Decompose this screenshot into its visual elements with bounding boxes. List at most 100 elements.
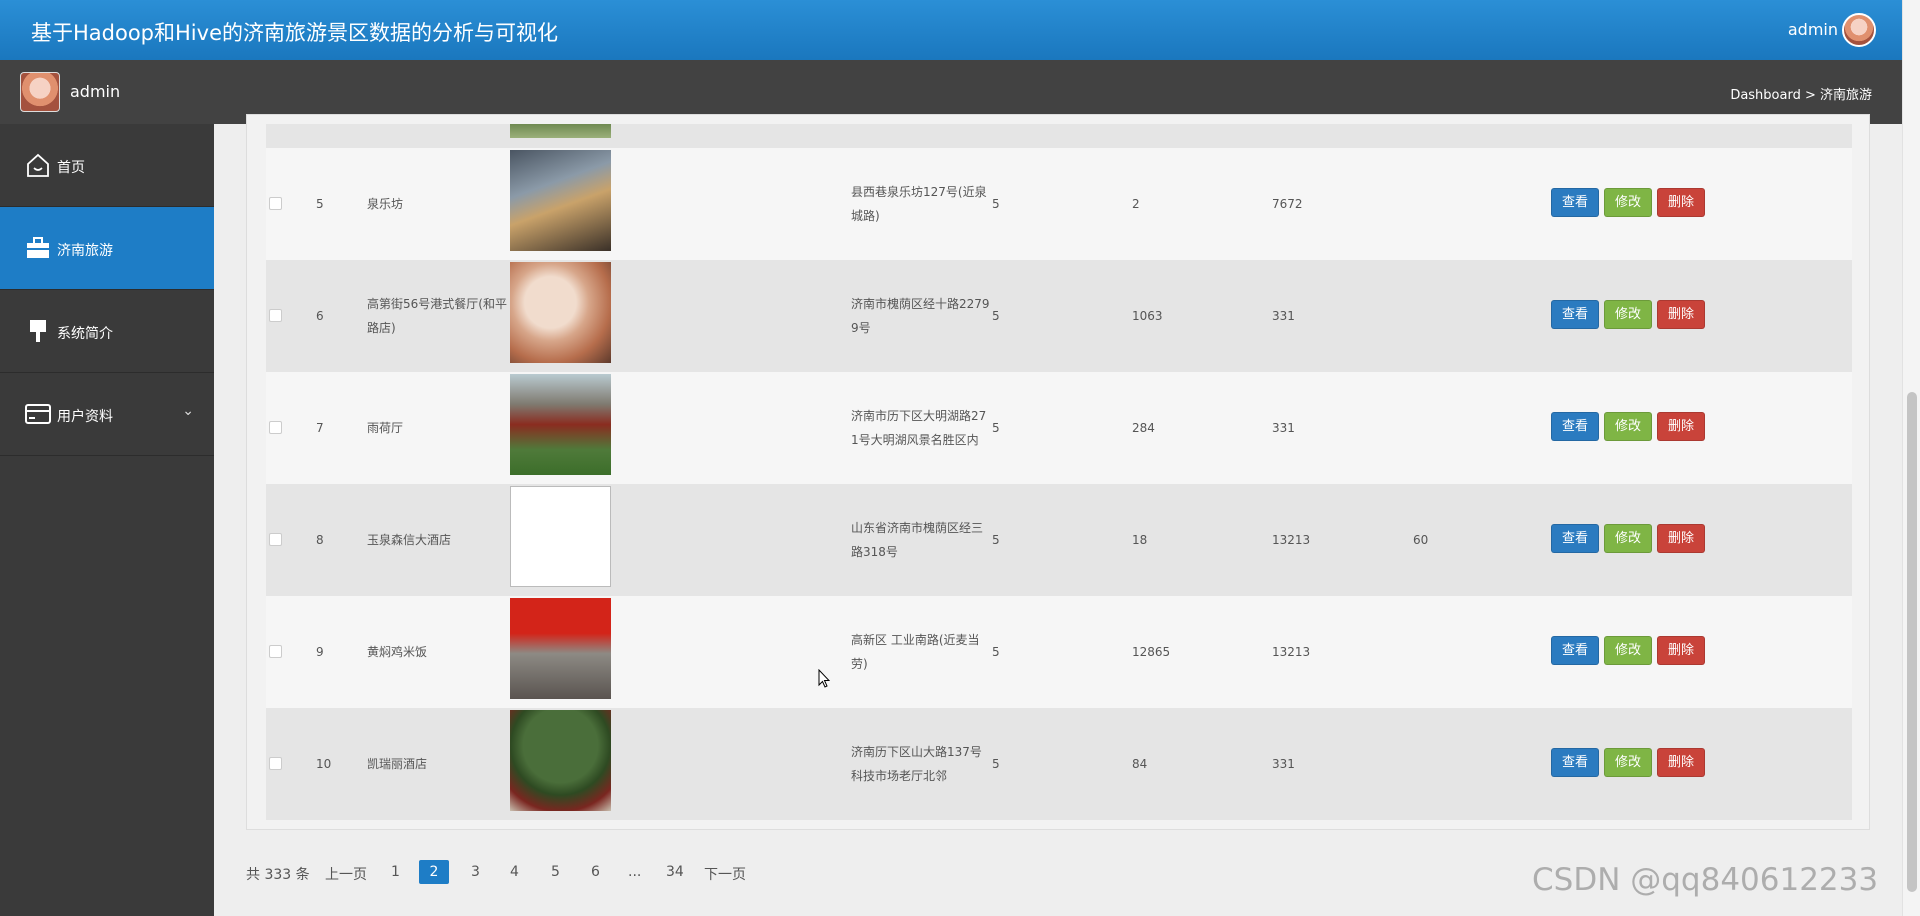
row-rating: 5 (992, 645, 1000, 659)
row-rating: 5 (992, 757, 1000, 771)
edit-button[interactable]: 修改 (1604, 412, 1652, 441)
total-count: 共 333 条 (246, 867, 310, 883)
sidebar-item-label: 首页 (57, 160, 85, 176)
page-link[interactable]: 5 (551, 864, 560, 880)
row-address: 山东省济南市槐荫区经三 路318号 (851, 521, 984, 559)
row-name: 黄焖鸡米饭 (367, 645, 428, 659)
row-count-1: 284 (1132, 421, 1155, 435)
row-name: 凯瑞丽酒店 (367, 757, 428, 771)
mouse-cursor-icon (818, 669, 830, 688)
row-thumbnail[interactable] (510, 150, 611, 251)
row-thumbnail[interactable] (510, 262, 611, 363)
user-avatar (20, 72, 60, 112)
briefcase-icon (27, 237, 49, 258)
edit-button[interactable]: 修改 (1604, 524, 1652, 553)
row-checkbox[interactable] (269, 533, 282, 546)
row-count-2: 13213 (1272, 645, 1311, 659)
row-checkbox[interactable] (269, 421, 282, 434)
row-name: 玉泉森信大酒店 (367, 533, 452, 547)
header-avatar[interactable] (1842, 13, 1876, 47)
current-page[interactable]: 2 (419, 860, 449, 884)
scrollbar-thumb[interactable] (1907, 392, 1917, 892)
row-rating: 5 (992, 197, 1000, 211)
row-name: 高第街56号港式餐厅(和平 路店) (367, 297, 507, 335)
brush-icon (30, 320, 46, 342)
row-number: 6 (316, 309, 324, 323)
view-button[interactable]: 查看 (1551, 300, 1599, 329)
row-thumbnail[interactable] (510, 598, 611, 699)
row-number: 7 (316, 421, 324, 435)
row-checkbox[interactable] (269, 197, 282, 210)
table-row: 9 黄焖鸡米饭 高新区 工业南路(近麦当 劳) 5 12865 13213 查看 … (266, 596, 1852, 708)
page-link[interactable]: 3 (471, 864, 480, 880)
delete-button[interactable]: 删除 (1657, 300, 1705, 329)
row-checkbox[interactable] (269, 757, 282, 770)
row-checkbox[interactable] (269, 309, 282, 322)
row-address: 高新区 工业南路(近麦当 劳) (851, 633, 980, 671)
row-rating: 5 (992, 421, 1000, 435)
delete-button[interactable]: 删除 (1657, 636, 1705, 665)
view-button[interactable]: 查看 (1551, 188, 1599, 217)
sidebar-item-profile[interactable]: 用户资料 ⌄ (0, 373, 214, 456)
view-button[interactable]: 查看 (1551, 636, 1599, 665)
edit-button[interactable]: 修改 (1604, 636, 1652, 665)
delete-button[interactable]: 删除 (1657, 188, 1705, 217)
table-row: 8 玉泉森信大酒店 山东省济南市槐荫区经三 路318号 5 18 13213 60… (266, 484, 1852, 596)
app-title: 基于Hadoop和Hive的济南旅游景区数据的分析与可视化 (31, 21, 558, 45)
row-number: 9 (316, 645, 324, 659)
row-count-1: 12865 (1132, 645, 1171, 659)
chevron-down-icon[interactable]: ⌄ (182, 403, 194, 419)
edit-button[interactable]: 修改 (1604, 188, 1652, 217)
row-checkbox[interactable] (269, 645, 282, 658)
sidebar-item-home[interactable]: 首页 (0, 124, 214, 207)
row-rating: 5 (992, 309, 1000, 323)
row-name: 泉乐坊 (367, 197, 404, 211)
view-button[interactable]: 查看 (1551, 524, 1599, 553)
edit-button[interactable]: 修改 (1604, 748, 1652, 777)
sidebar-item-jinan-travel[interactable]: 济南旅游 (0, 207, 214, 290)
next-page-link[interactable]: 下一页 (704, 864, 746, 884)
row-count-3: 60 (1413, 533, 1429, 547)
sidebar: 首页 济南旅游 系统简介 用户资料 ⌄ (0, 124, 214, 916)
vertical-scrollbar[interactable] (1902, 0, 1920, 916)
row-thumbnail[interactable] (510, 124, 611, 138)
delete-button[interactable]: 删除 (1657, 412, 1705, 441)
prev-page-link[interactable]: 上一页 (325, 864, 367, 884)
row-address: 济南历下区山大路137号 科技市场老厅北邻 (851, 745, 982, 783)
page-link[interactable]: 6 (591, 864, 600, 880)
breadcrumb[interactable]: Dashboard > 济南旅游 (1730, 84, 1872, 103)
delete-button[interactable]: 删除 (1657, 748, 1705, 777)
delete-button[interactable]: 删除 (1657, 524, 1705, 553)
row-thumbnail[interactable] (510, 486, 611, 587)
row-rating: 5 (992, 533, 1000, 547)
page-ellipsis[interactable]: ... (628, 864, 641, 880)
page-link[interactable]: 1 (391, 864, 400, 880)
table-row: 6 高第街56号港式餐厅(和平 路店) 济南市槐荫区经十路2279 9号 5 106… (266, 260, 1852, 372)
top-header: 基于Hadoop和Hive的济南旅游景区数据的分析与可视化 admin (0, 0, 1902, 60)
sidebar-item-label: 用户资料 (57, 409, 113, 425)
sidebar-item-label: 济南旅游 (57, 243, 113, 259)
page-link[interactable]: 4 (510, 864, 519, 880)
sidebar-item-label: 系统简介 (57, 326, 113, 342)
header-username[interactable]: admin (1788, 20, 1838, 39)
page-link[interactable]: 34 (666, 864, 684, 880)
row-count-1: 84 (1132, 757, 1148, 771)
row-number: 8 (316, 533, 324, 547)
home-icon (27, 153, 49, 177)
view-button[interactable]: 查看 (1551, 412, 1599, 441)
sidebar-item-about[interactable]: 系统简介 (0, 290, 214, 373)
watermark: CSDN @qq840612233 (1532, 862, 1879, 898)
row-address: 济南市槐荫区经十路2279 9号 (851, 297, 990, 335)
table-row: 5 泉乐坊 县西巷泉乐坊127号(近泉 城路) 5 2 7672 查看 修改 删除 (266, 148, 1852, 260)
card-icon (25, 404, 51, 424)
row-count-2: 331 (1272, 309, 1295, 323)
row-count-1: 18 (1132, 533, 1148, 547)
user-name: admin (70, 82, 121, 101)
edit-button[interactable]: 修改 (1604, 300, 1652, 329)
row-thumbnail[interactable] (510, 710, 611, 811)
view-button[interactable]: 查看 (1551, 748, 1599, 777)
row-count-2: 7672 (1272, 197, 1303, 211)
table-row: 10 凯瑞丽酒店 济南历下区山大路137号 科技市场老厅北邻 5 84 331 查… (266, 708, 1852, 820)
row-thumbnail[interactable] (510, 374, 611, 475)
row-count-2: 331 (1272, 421, 1295, 435)
